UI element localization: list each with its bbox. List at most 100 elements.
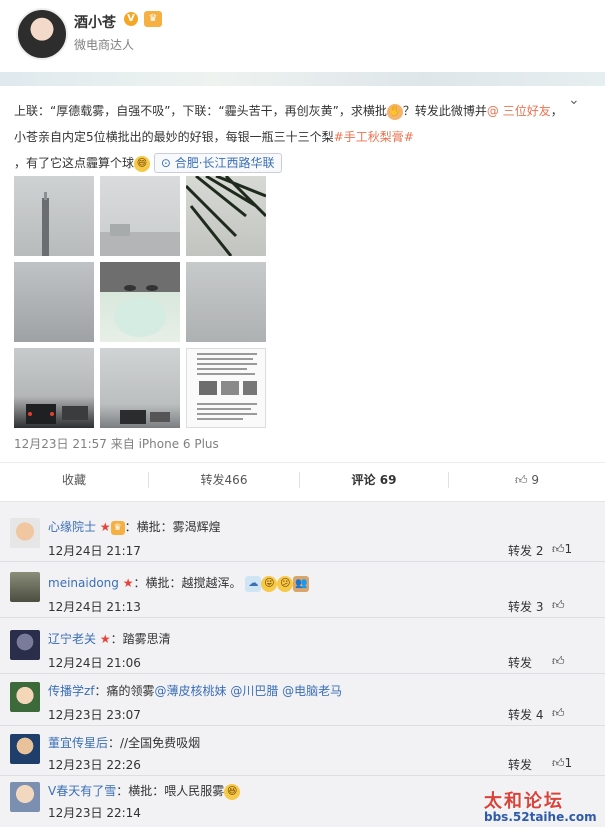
commenter-avatar[interactable] <box>10 782 40 812</box>
comment-repost-button[interactable]: 转发 <box>508 756 532 773</box>
comment-header: V春天有了雪：横批：喂人民服雾 😆 <box>48 782 241 800</box>
comment-header: 辽宁老关 ★：踏雾思清 <box>48 630 171 647</box>
comment-repost-button[interactable]: 转发 2 <box>508 542 543 559</box>
location-label: 合肥·长江西路华联 <box>174 156 275 170</box>
post-text-part4: ，有了它这点霾算个球 <box>14 156 135 170</box>
divider <box>0 617 605 618</box>
comment-item: 辽宁老关 ★：踏雾思清 12月24日 21:06 转发 👍︎ <box>0 622 605 676</box>
comment-text: ：痛的领雾 <box>94 684 155 698</box>
thumbs-up-icon: 👍︎ <box>552 706 565 720</box>
comment-like-count: 1 <box>564 542 573 556</box>
thumbs-up-icon: 👍︎ <box>514 473 528 487</box>
photo-thumb-4[interactable] <box>14 262 94 342</box>
commenter-avatar[interactable] <box>10 630 40 660</box>
comment-like-button[interactable]: 👍︎ <box>552 654 565 669</box>
laugh-emoji-icon: 😄 <box>134 155 151 172</box>
laugh-emoji-icon: 😆 <box>224 783 241 800</box>
cover-banner <box>0 72 605 86</box>
username[interactable]: 酒小苍 <box>74 12 116 32</box>
comment-text: ：踏雾思清 <box>110 632 171 646</box>
divider <box>0 673 605 674</box>
photo-thumb-9[interactable] <box>186 348 266 428</box>
comment-item: 董宜传星后：//全国免费吸烟 12月23日 22:26 转发 👍︎1 <box>0 730 605 780</box>
comment-text: ：//全国免费吸烟 <box>108 736 201 750</box>
photo-thumb-8[interactable] <box>100 348 180 428</box>
comment-repost-button[interactable]: 转发 <box>508 654 532 671</box>
cloud-emoji-icon: ☁ <box>245 575 262 592</box>
photo-thumb-1[interactable] <box>14 176 94 256</box>
comment-header: meinaidong ★：横批：越搅越浑。 ☁ 😜 😕 👥 <box>48 574 310 592</box>
location-pin-icon: ⊙ <box>160 156 171 170</box>
comment-item: 传播学zf：痛的领雾@薄皮核桃妹 @川巴腊 @电脑老马 12月23日 23:07… <box>0 676 605 730</box>
photo-thumb-7[interactable] <box>14 348 94 428</box>
user-subtitle: 微电商达人 <box>74 38 135 52</box>
comment-header: 心缘院士 ★ ♛ ：横批：雾渴辉煌 <box>48 518 221 535</box>
crown-icon: ♛ <box>110 520 125 535</box>
comment-header: 传播学zf：痛的领雾@薄皮核桃妹 @川巴腊 @电脑老马 <box>48 682 342 699</box>
comment-tab[interactable]: 评论 69 <box>300 463 448 497</box>
commenter-name[interactable]: meinaidong <box>48 576 119 590</box>
comment-time: 12月23日 22:14 <box>48 806 141 820</box>
photo-thumb-3[interactable] <box>186 176 266 256</box>
watermark-url: bbs.52taihe.com <box>484 810 597 824</box>
commenter-avatar[interactable] <box>10 572 40 602</box>
comment-mentions[interactable]: @薄皮核桃妹 @川巴腊 @电脑老马 <box>155 684 343 698</box>
star-icon: ★ <box>122 576 134 590</box>
commenter-name[interactable]: 心缘院士 <box>48 520 96 534</box>
photo-thumb-5[interactable] <box>100 262 180 342</box>
favorite-button[interactable]: 收藏 <box>0 463 148 497</box>
commenter-avatar[interactable] <box>10 682 40 712</box>
avatar[interactable] <box>16 8 68 60</box>
mention-link[interactable]: @ 三位好友 <box>487 104 551 118</box>
comment-like-count: 1 <box>564 756 573 770</box>
like-button[interactable]: 👍︎ 9 <box>449 463 605 497</box>
post-text-part1: 上联：“厚德载雾，自强不吸”，下联：“霾头苦干，再创灰黄”，求横批 <box>14 104 387 118</box>
comment-like-button[interactable]: 👍︎1 <box>552 756 572 771</box>
location-tag[interactable]: ⊙ 合肥·长江西路华联 <box>153 153 282 173</box>
comment-time: 12月24日 21:17 <box>48 544 141 558</box>
star-icon: ★ <box>99 520 111 534</box>
thumbs-up-icon: 👍︎ <box>552 756 565 770</box>
thumbs-up-icon: 👍︎ <box>552 542 565 556</box>
comment-text: ：横批：越搅越浑。 <box>133 576 242 590</box>
clap-emoji-icon: ✋ <box>386 103 403 120</box>
commenter-name[interactable]: 辽宁老关 <box>48 632 96 646</box>
comment-repost-button[interactable]: 转发 4 <box>508 706 543 723</box>
comment-repost-button[interactable]: 转发 3 <box>508 598 543 615</box>
tongue-emoji-icon: 😜 <box>261 575 278 592</box>
like-count: 9 <box>531 473 539 487</box>
comment-time: 12月23日 22:26 <box>48 758 141 772</box>
divider <box>0 561 605 562</box>
commenter-name[interactable]: 传播学zf <box>48 684 95 698</box>
comment-like-button[interactable]: 👍︎1 <box>552 542 572 557</box>
crown-icon: ♛ <box>144 11 162 27</box>
comment-like-button[interactable]: 👍︎ <box>552 706 565 721</box>
comment-like-button[interactable]: 👍︎ <box>552 598 565 613</box>
group-emoji-icon: 👥 <box>293 575 310 592</box>
comment-item: 心缘院士 ★ ♛ ：横批：雾渴辉煌 12月24日 21:17 转发 2 👍︎1 <box>0 514 605 568</box>
hashtag-link[interactable]: #手工秋梨膏# <box>334 130 414 144</box>
commenter-avatar[interactable] <box>10 734 40 764</box>
commenter-avatar[interactable] <box>10 518 40 548</box>
post-text-part2: ？转发此微博并 <box>402 104 487 118</box>
comment-list: 心缘院士 ★ ♛ ：横批：雾渴辉煌 12月24日 21:17 转发 2 👍︎1 me… <box>0 502 605 827</box>
confused-emoji-icon: 😕 <box>277 575 294 592</box>
comment-time: 12月23日 23:07 <box>48 708 141 722</box>
divider <box>0 775 605 776</box>
comment-item: meinaidong ★：横批：越搅越浑。 ☁ 😜 😕 👥 12月24日 21:13 … <box>0 568 605 622</box>
comment-header: 董宜传星后：//全国免费吸烟 <box>48 734 200 751</box>
repost-button[interactable]: 转发466 <box>149 463 299 497</box>
commenter-name[interactable]: 董宜传星后 <box>48 736 108 750</box>
thumbs-up-icon: 👍︎ <box>552 598 565 612</box>
action-bar: 收藏 转发466 评论 69 👍︎ 9 <box>0 462 605 497</box>
star-icon: ★ <box>99 632 111 646</box>
post-text: 上联：“厚德载雾，自强不吸”，下联：“霾头苦干，再创灰黄”，求横批 ✋ ？转发此微博… <box>14 98 574 176</box>
photo-thumb-2[interactable] <box>100 176 180 256</box>
comment-text: ：横批：喂人民服雾 <box>116 784 225 798</box>
photo-thumb-6[interactable] <box>186 262 266 342</box>
comment-time: 12月24日 21:13 <box>48 600 141 614</box>
commenter-name[interactable]: V春天有了雪 <box>48 784 116 798</box>
comment-text: ：横批：雾渴辉煌 <box>124 520 221 534</box>
thumbs-up-icon: 👍︎ <box>552 654 565 668</box>
comment-time: 12月24日 21:06 <box>48 656 141 670</box>
